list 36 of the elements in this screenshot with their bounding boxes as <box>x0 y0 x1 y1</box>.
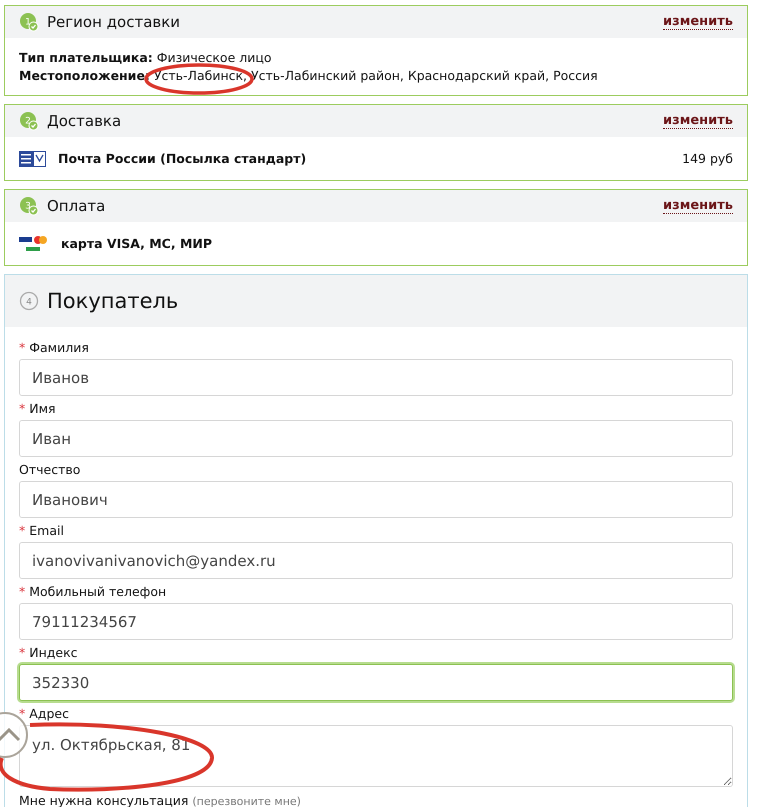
required-marker: * <box>19 706 26 720</box>
field-label: Email <box>29 522 64 538</box>
input-field[interactable]: ivanovivanivanovich@yandex.ru <box>19 542 733 579</box>
delivery-service: Почта России (Посылка стандарт) <box>58 151 308 166</box>
info-line: Тип плательщика: Физическое лицо <box>19 50 272 65</box>
field-label: Индекс <box>29 644 78 660</box>
step-complete-icon: 3 <box>19 196 39 216</box>
step-complete-icon: 1 <box>19 12 39 32</box>
step-title: Покупатель <box>47 289 180 313</box>
field-label: Адрес <box>29 706 69 720</box>
required-marker: * <box>19 400 26 416</box>
field-label: Мобильный телефон <box>29 584 166 598</box>
change-link[interactable]: изменить <box>663 113 733 129</box>
card-logos-icon <box>19 234 49 252</box>
required-marker: * <box>19 584 26 598</box>
input-field[interactable]: Иванович <box>19 481 733 518</box>
post-logo-icon <box>19 150 46 166</box>
field-label: Фамилия <box>29 340 89 354</box>
input-field[interactable]: Иванов <box>19 359 733 396</box>
change-link[interactable]: изменить <box>663 198 733 214</box>
input-field[interactable]: 352330 <box>19 664 733 701</box>
required-marker: * <box>19 644 26 660</box>
delivery-price: 149 руб <box>682 151 733 166</box>
required-marker: * <box>19 522 26 538</box>
step-title: Регион доставки <box>47 13 182 31</box>
step-title: Доставка <box>47 112 122 130</box>
input-field[interactable]: Иван <box>19 420 733 457</box>
field-label: Отчество <box>19 462 80 476</box>
step-complete-icon: 2 <box>19 111 39 131</box>
payment-method: карта VISA, MC, МИР <box>61 236 214 251</box>
step-number-icon: 4 <box>19 291 39 311</box>
change-link[interactable]: изменить <box>663 14 733 30</box>
step-title: Оплата <box>47 197 106 215</box>
field-label: Имя <box>29 400 56 416</box>
input-field[interactable]: 79111234567 <box>19 603 733 640</box>
required-marker: * <box>19 340 26 354</box>
